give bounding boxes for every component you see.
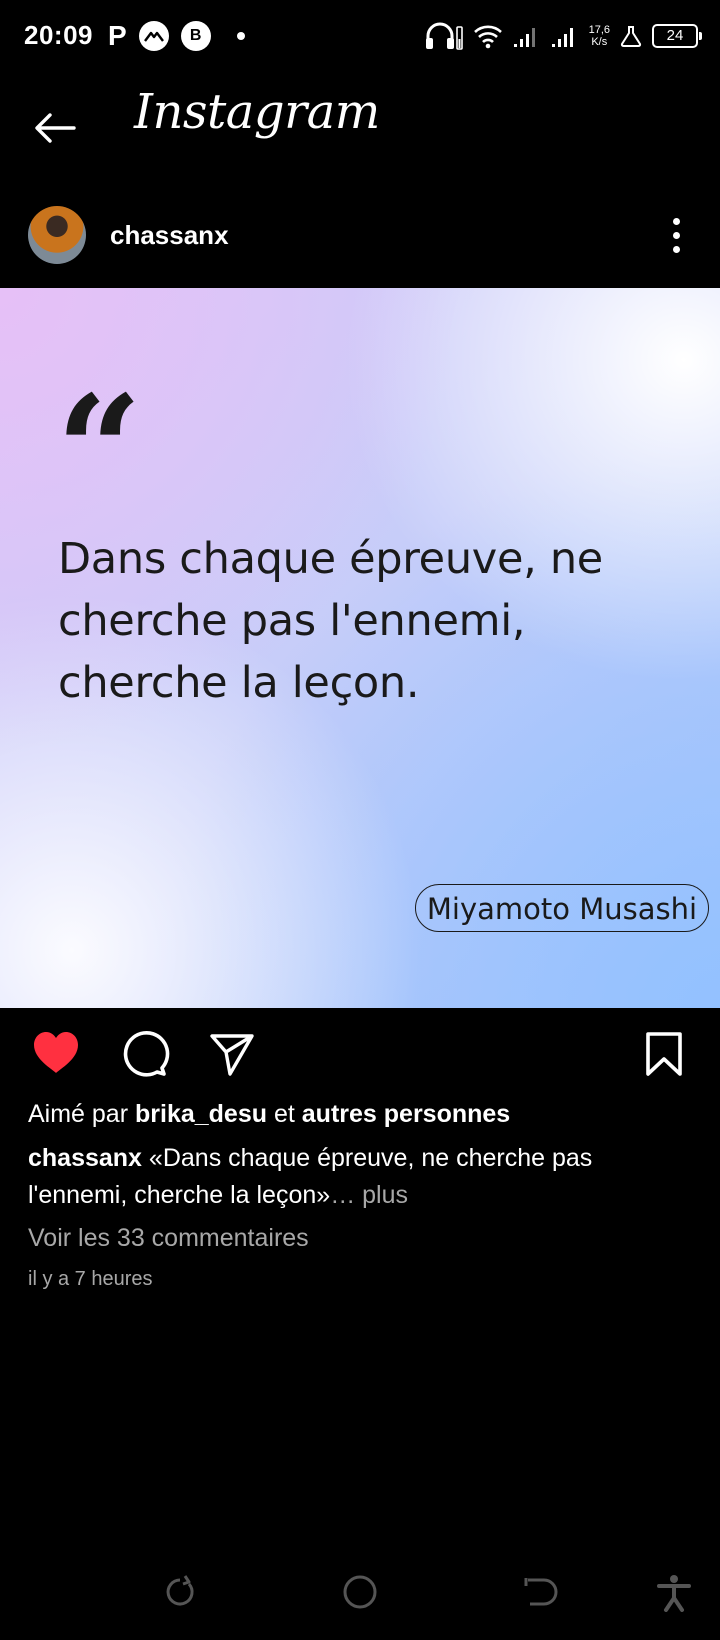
- post-caption[interactable]: chassanx «Dans chaque épreuve, ne cherch…: [28, 1140, 688, 1214]
- home-icon[interactable]: [340, 1572, 380, 1612]
- wifi-icon: [473, 25, 502, 49]
- caption-username[interactable]: chassanx: [28, 1144, 142, 1172]
- accessibility-icon[interactable]: [654, 1572, 694, 1612]
- caption-more-link[interactable]: … plus: [330, 1181, 408, 1209]
- post-username[interactable]: chassanx: [110, 220, 229, 251]
- status-notification-icons: P B: [108, 20, 245, 52]
- liked-by-line[interactable]: Aimé par brika_desu et autres personnes: [28, 1100, 510, 1129]
- more-options-icon[interactable]: [660, 210, 692, 260]
- headphones-icon: [425, 22, 463, 50]
- author-pill: Miyamoto Musashi: [415, 884, 709, 932]
- instagram-logo-title: Instagram: [134, 84, 380, 140]
- flask-icon: [620, 26, 642, 47]
- signal-sim1-icon: [513, 28, 535, 47]
- b-icon: B: [180, 21, 211, 51]
- bookmark-icon[interactable]: [638, 1028, 690, 1080]
- share-send-icon[interactable]: [206, 1028, 258, 1080]
- status-time: 20:09: [24, 20, 93, 50]
- p-icon: P: [108, 20, 127, 51]
- ufo-icon: [138, 21, 169, 51]
- signal-sim2-icon: [551, 28, 573, 47]
- back-nav-icon[interactable]: [520, 1572, 560, 1612]
- more-notifications-dot: [236, 32, 245, 40]
- network-speed: 17,6 K/s: [588, 24, 610, 48]
- comment-icon[interactable]: [118, 1028, 170, 1080]
- post-timestamp: il y a 7 heures: [28, 1268, 153, 1290]
- quote-text: Dans chaque épreuve, ne cherche pas l'en…: [58, 534, 603, 708]
- recent-apps-icon[interactable]: [160, 1572, 200, 1612]
- battery-indicator: 24: [652, 24, 702, 48]
- quote-mark-icon: “: [56, 376, 143, 486]
- avatar[interactable]: [28, 206, 86, 264]
- view-comments-link[interactable]: Voir les 33 commentaires: [28, 1224, 309, 1253]
- post-image[interactable]: “ Dans chaque épreuve, ne cherche pas l'…: [0, 288, 720, 1008]
- heart-liked-icon[interactable]: [30, 1028, 82, 1080]
- status-system-icons: 17,6 K/s 24: [423, 18, 702, 54]
- back-arrow-icon[interactable]: [28, 100, 84, 156]
